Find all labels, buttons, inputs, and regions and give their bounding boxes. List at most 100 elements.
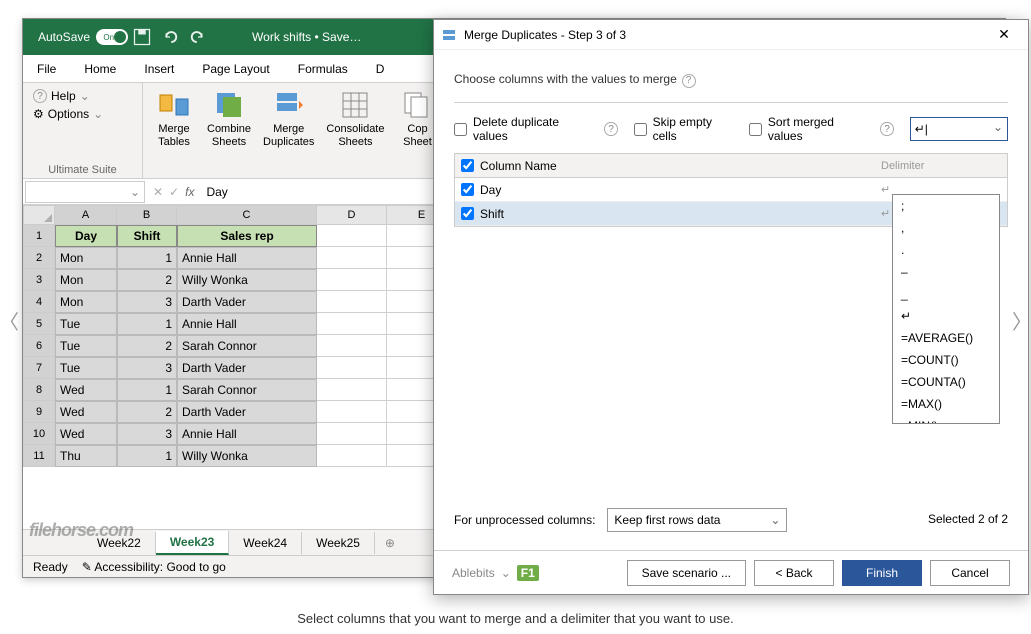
redo-icon[interactable] — [188, 27, 208, 47]
cell[interactable]: Mon — [55, 291, 117, 313]
dd-item[interactable]: =COUNTA() — [893, 371, 999, 393]
autosave-toggle[interactable]: AutoSave On — [38, 29, 128, 45]
cell[interactable]: Day — [55, 225, 117, 247]
combine-sheets-button[interactable]: Combine Sheets — [203, 87, 255, 151]
cell[interactable]: Wed — [55, 379, 117, 401]
row-header[interactable]: 9 — [23, 401, 55, 423]
cell[interactable]: Annie Hall — [177, 247, 317, 269]
cell[interactable] — [317, 401, 387, 423]
cell[interactable]: 3 — [117, 423, 177, 445]
cancel-icon[interactable]: ✕ — [153, 185, 163, 199]
cell[interactable]: Darth Vader — [177, 291, 317, 313]
row-header[interactable]: 1 — [23, 225, 55, 247]
dd-item[interactable]: _ — [893, 283, 999, 305]
cell[interactable]: Tue — [55, 357, 117, 379]
row-header[interactable]: 11 — [23, 445, 55, 467]
help-icon[interactable]: ? — [604, 122, 617, 136]
cell[interactable]: Darth Vader — [177, 401, 317, 423]
row-header[interactable]: 7 — [23, 357, 55, 379]
cell[interactable]: Willy Wonka — [177, 445, 317, 467]
cell[interactable] — [317, 225, 387, 247]
unprocessed-select[interactable]: Keep first rows data⌄ — [607, 508, 787, 532]
next-slide-arrow[interactable]: 〉 — [1013, 300, 1031, 340]
cell[interactable]: Wed — [55, 423, 117, 445]
cell[interactable]: 1 — [117, 313, 177, 335]
dd-item[interactable]: , — [893, 217, 999, 239]
cell[interactable] — [317, 423, 387, 445]
delimiter-dropdown[interactable]: ; , . – _ ↵ =AVERAGE() =COUNT() =COUNTA(… — [892, 194, 1000, 424]
cell[interactable] — [317, 313, 387, 335]
accessibility-status[interactable]: ✎ Accessibility: Good to go — [82, 560, 226, 574]
cell[interactable]: Thu — [55, 445, 117, 467]
row-header[interactable]: 5 — [23, 313, 55, 335]
tab-pagelayout[interactable]: Page Layout — [188, 57, 283, 81]
help-icon[interactable]: ? — [880, 122, 893, 136]
delete-duplicates-checkbox[interactable]: Delete duplicate values — [454, 115, 588, 143]
close-button[interactable]: ✕ — [988, 21, 1020, 49]
sheet-tab[interactable]: Week24 — [229, 532, 302, 554]
name-box[interactable]: ⌄ — [25, 181, 145, 203]
cell[interactable]: Sarah Connor — [177, 335, 317, 357]
cell[interactable] — [317, 357, 387, 379]
col-header-c[interactable]: C — [177, 205, 317, 225]
cell[interactable]: Darth Vader — [177, 357, 317, 379]
cell[interactable]: 3 — [117, 291, 177, 313]
cell[interactable] — [317, 269, 387, 291]
formula-content[interactable]: Day — [200, 185, 227, 199]
cell[interactable] — [317, 379, 387, 401]
cell[interactable] — [317, 291, 387, 313]
sheet-tab[interactable]: Week25 — [302, 532, 375, 554]
f1-badge[interactable]: F1 — [517, 565, 539, 581]
help-button[interactable]: ?Help ⌄ — [29, 87, 136, 105]
undo-icon[interactable] — [160, 27, 180, 47]
cell[interactable] — [317, 247, 387, 269]
skip-empty-checkbox[interactable]: Skip empty cells — [634, 115, 733, 143]
enter-icon[interactable]: ✓ — [169, 185, 179, 199]
cell[interactable]: Sarah Connor — [177, 379, 317, 401]
cell[interactable]: 1 — [117, 379, 177, 401]
toggle-switch[interactable]: On — [96, 29, 128, 45]
back-button[interactable]: < Back — [754, 560, 834, 586]
cell[interactable]: 2 — [117, 401, 177, 423]
cell[interactable] — [317, 445, 387, 467]
row-checkbox[interactable] — [461, 183, 474, 196]
help-icon[interactable]: ? — [682, 74, 696, 88]
cell[interactable]: Tue — [55, 335, 117, 357]
select-all-checkbox[interactable] — [461, 159, 474, 172]
dd-item[interactable]: – — [893, 261, 999, 283]
cell[interactable]: Sales rep — [177, 225, 317, 247]
dd-item[interactable]: =MIN() — [893, 415, 999, 424]
tab-formulas[interactable]: Formulas — [284, 57, 362, 81]
cell[interactable]: Mon — [55, 247, 117, 269]
dd-item[interactable]: =COUNT() — [893, 349, 999, 371]
col-header-a[interactable]: A — [55, 205, 117, 225]
tab-home[interactable]: Home — [70, 57, 130, 81]
merge-duplicates-button[interactable]: Merge Duplicates — [259, 87, 318, 151]
finish-button[interactable]: Finish — [842, 560, 922, 586]
consolidate-sheets-button[interactable]: Consolidate Sheets — [322, 87, 388, 151]
row-header[interactable]: 10 — [23, 423, 55, 445]
tab-file[interactable]: File — [23, 57, 70, 81]
cell[interactable]: 1 — [117, 445, 177, 467]
cell[interactable]: Annie Hall — [177, 313, 317, 335]
tab-data[interactable]: D — [362, 57, 399, 81]
cell[interactable]: 2 — [117, 335, 177, 357]
col-header-b[interactable]: B — [117, 205, 177, 225]
cell[interactable]: Shift — [117, 225, 177, 247]
row-header[interactable]: 8 — [23, 379, 55, 401]
delimiter-combobox[interactable]: ↵| — [910, 117, 1008, 141]
row-header[interactable]: 3 — [23, 269, 55, 291]
cell[interactable]: Annie Hall — [177, 423, 317, 445]
row-header[interactable]: 2 — [23, 247, 55, 269]
row-header[interactable]: 6 — [23, 335, 55, 357]
cell[interactable]: 2 — [117, 269, 177, 291]
dd-item[interactable]: =AVERAGE() — [893, 327, 999, 349]
cell[interactable]: 3 — [117, 357, 177, 379]
cancel-button[interactable]: Cancel — [930, 560, 1010, 586]
col-header-d[interactable]: D — [317, 205, 387, 225]
new-sheet-button[interactable]: ⊕ — [375, 536, 405, 550]
sheet-tab-active[interactable]: Week23 — [156, 531, 229, 555]
prev-slide-arrow[interactable]: 〈 — [0, 300, 18, 340]
cell[interactable]: Mon — [55, 269, 117, 291]
row-checkbox[interactable] — [461, 207, 474, 220]
